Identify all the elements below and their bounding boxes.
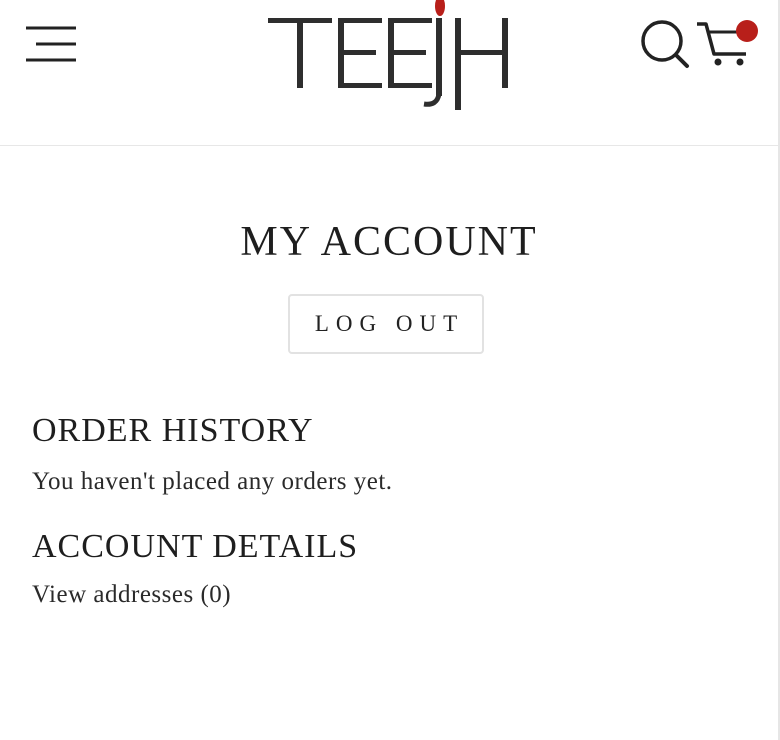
hamburger-menu-icon <box>26 26 76 62</box>
order-history-heading: ORDER HISTORY <box>32 412 314 449</box>
search-icon <box>641 20 689 68</box>
cart-count-badge <box>736 20 758 42</box>
teejh-logo <box>268 0 508 110</box>
search-button[interactable] <box>638 18 692 70</box>
cart-button[interactable] <box>694 16 762 72</box>
menu-button[interactable] <box>22 22 82 66</box>
account-details-item: View addresses (0) <box>32 581 231 609</box>
site-header <box>0 0 778 146</box>
account-details-heading: ACCOUNT DETAILS <box>32 528 359 565</box>
logout-button[interactable]: LOG OUT <box>288 294 484 354</box>
account-page: MY ACCOUNT LOG OUT ORDER HISTORY You hav… <box>0 0 780 740</box>
order-history-empty-text: You haven't placed any orders yet. <box>32 468 393 495</box>
page-title: MY ACCOUNT <box>240 219 538 265</box>
site-logo[interactable] <box>264 0 514 115</box>
view-addresses-link[interactable]: View addresses (0) <box>32 581 231 608</box>
